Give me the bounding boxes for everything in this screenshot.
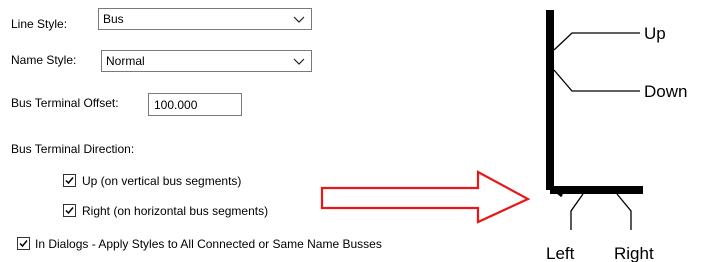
down-terminal-line (553, 69, 640, 92)
apply-styles-label: In Dialogs - Apply Styles to All Connect… (35, 237, 382, 251)
chevron-down-icon (293, 58, 305, 65)
bus-terminal-direction-heading: Bus Terminal Direction: (11, 142, 135, 156)
bus-terminal-diagram: Up Down Left Right (546, 10, 687, 262)
name-style-value: Normal (106, 54, 145, 68)
line-style-label: Line Style: (11, 17, 68, 31)
checkmark-icon (65, 177, 74, 185)
line-style-dropdown[interactable]: Bus (98, 8, 312, 30)
chevron-down-icon (293, 16, 305, 23)
bus-terminal-offset-input[interactable]: 100.000 (148, 93, 242, 116)
line-style-value: Bus (103, 12, 124, 26)
down-label: Down (644, 82, 687, 101)
up-terminal-line (553, 32, 640, 51)
up-checkbox-label: Up (on vertical bus segments) (82, 174, 242, 188)
checkmark-icon (65, 207, 74, 215)
right-checkbox[interactable] (63, 204, 76, 217)
left-label: Left (546, 244, 575, 262)
up-label: Up (644, 24, 666, 43)
left-terminal-line (570, 193, 584, 230)
apply-styles-checkbox[interactable] (17, 237, 30, 250)
name-style-dropdown[interactable]: Normal (101, 50, 312, 72)
bus-terminal-offset-label: Bus Terminal Offset: (11, 96, 119, 110)
right-label: Right (614, 244, 654, 262)
checkmark-icon (19, 240, 28, 248)
right-checkbox-label: Right (on horizontal bus segments) (82, 204, 269, 218)
name-style-label: Name Style: (11, 53, 77, 67)
up-checkbox[interactable] (63, 174, 76, 187)
bus-terminal-offset-value: 100.000 (154, 98, 198, 112)
right-terminal-line (616, 193, 632, 230)
